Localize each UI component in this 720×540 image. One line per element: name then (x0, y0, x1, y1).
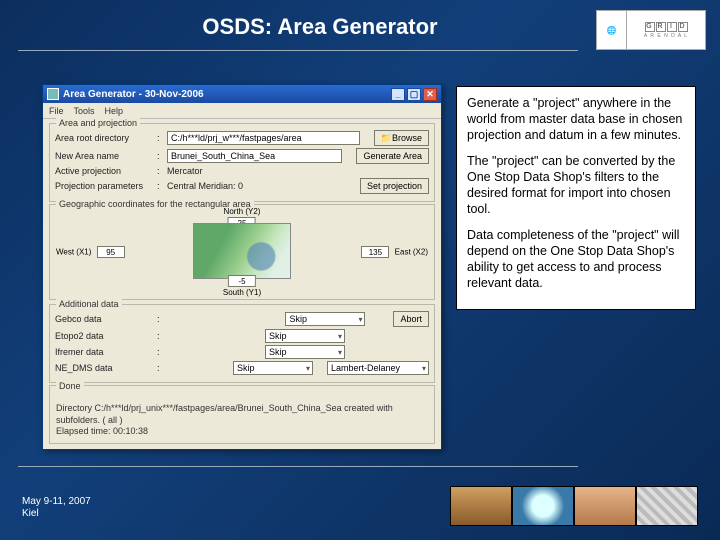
set-projection-button[interactable]: Set projection (360, 178, 429, 194)
label-root-dir: Area root directory (55, 133, 153, 143)
label-ifremer: Ifremer data (55, 347, 153, 357)
thumb-1 (450, 486, 512, 526)
panel-title-add: Additional data (56, 299, 122, 309)
panel-title-done: Done (56, 381, 84, 391)
panel-area-projection: Area and projection Area root directory:… (49, 123, 435, 202)
panel-done: Done Directory C:/h***ld/prj_unix***/fas… (49, 385, 435, 444)
unep-icon: 🌐 (597, 11, 627, 49)
footer-thumbnails (450, 486, 698, 526)
chevron-down-icon: ▾ (358, 315, 362, 324)
chevron-down-icon: ▾ (338, 332, 342, 341)
label-etopo2: Etopo2 data (55, 331, 153, 341)
thumb-4 (636, 486, 698, 526)
close-button[interactable]: ✕ (423, 88, 437, 101)
window-title: Area Generator - 30-Nov-2006 (63, 89, 204, 100)
divider-top (18, 50, 578, 51)
menu-help[interactable]: Help (105, 106, 124, 116)
logo-subtext: A R E N D A L (644, 33, 688, 39)
description-p3: Data completeness of the "project" will … (467, 227, 685, 291)
projection-select[interactable]: Lambert-Delaney▾ (327, 361, 429, 375)
thumb-2 (512, 486, 574, 526)
slide-title: OSDS: Area Generator (60, 0, 580, 44)
footer-place: Kiel (22, 508, 91, 520)
done-msg-2: Elapsed time: 00:10:38 (56, 426, 428, 437)
titlebar[interactable]: Area Generator - 30-Nov-2006 _ ▢ ✕ (43, 85, 441, 103)
menu-file[interactable]: File (49, 106, 64, 116)
root-dir-field[interactable]: C:/h***ld/prj_w***/fastpages/area (167, 131, 360, 145)
label-area-name: New Area name (55, 151, 153, 161)
west-field[interactable]: 95 (97, 246, 125, 258)
footer: May 9-11, 2007 Kiel (22, 496, 91, 520)
app-icon (47, 88, 59, 100)
panel-additional-data: Additional data Gebco data: Skip▾ Abort … (49, 304, 435, 383)
active-projection-value: Mercator (167, 166, 429, 176)
logo-grid-arendal: 🌐 GRID A R E N D A L (596, 10, 706, 50)
chevron-down-icon: ▾ (306, 364, 310, 373)
south-field[interactable]: -5 (228, 275, 256, 287)
east-label: 135 East (X2) (361, 246, 428, 258)
menu-tools[interactable]: Tools (74, 106, 95, 116)
label-gebco: Gebco data (55, 314, 153, 324)
footer-date: May 9-11, 2007 (22, 496, 91, 508)
label-proj-params: Projection parameters (55, 181, 153, 191)
description-p1: Generate a "project" anywhere in the wor… (467, 95, 685, 143)
west-label: West (X1) 95 (56, 246, 125, 258)
proj-params-value: Central Meridian: 0 (167, 181, 356, 191)
abort-button[interactable]: Abort (393, 311, 429, 327)
maximize-button[interactable]: ▢ (407, 88, 421, 101)
logo-text: GRID (645, 22, 688, 32)
east-field[interactable]: 135 (361, 246, 389, 258)
nedms-select[interactable]: Skip▾ (233, 361, 313, 375)
chevron-down-icon: ▾ (422, 364, 426, 373)
done-msg-1: Directory C:/h***ld/prj_unix***/fastpage… (56, 403, 428, 426)
etopo2-select[interactable]: Skip▾ (265, 329, 345, 343)
panel-title: Area and projection (56, 118, 140, 128)
area-name-field[interactable]: Brunei_South_China_Sea (167, 149, 342, 163)
ifremer-select[interactable]: Skip▾ (265, 345, 345, 359)
label-nedms: NE_DMS data (55, 363, 153, 373)
generate-area-button[interactable]: Generate Area (356, 148, 429, 164)
browse-button[interactable]: 📁 Browse (374, 130, 429, 146)
minimize-button[interactable]: _ (391, 88, 405, 101)
label-active-projection: Active projection (55, 166, 153, 176)
menubar: File Tools Help (43, 103, 441, 119)
description-p2: The "project" can be converted by the On… (467, 153, 685, 217)
divider-bottom (18, 466, 578, 467)
app-window: Area Generator - 30-Nov-2006 _ ▢ ✕ File … (42, 84, 442, 450)
description-box: Generate a "project" anywhere in the wor… (456, 86, 696, 310)
gebco-select[interactable]: Skip▾ (285, 312, 365, 326)
south-label: -5 South (Y1) (223, 275, 261, 297)
thumb-3 (574, 486, 636, 526)
map-preview (193, 223, 291, 279)
panel-geo-coords: Geographic coordinates for the rectangul… (49, 204, 435, 300)
chevron-down-icon: ▾ (338, 348, 342, 357)
